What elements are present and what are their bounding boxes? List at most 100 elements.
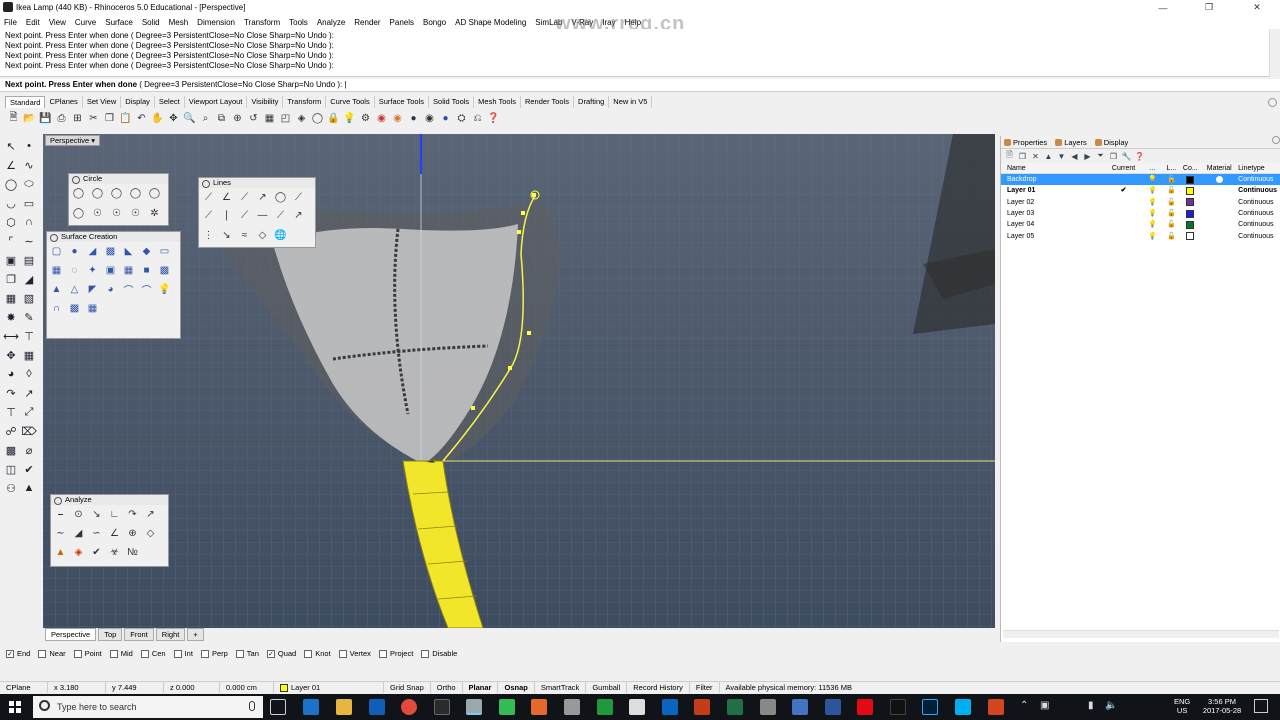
layer-name[interactable]: Layer 03: [1001, 208, 1105, 219]
text-icon[interactable]: ⊤: [21, 328, 37, 344]
clock[interactable]: 3:56 PM 2017-05-28: [1200, 697, 1244, 715]
osnap-vertex[interactable]: Vertex: [338, 649, 371, 658]
status-filter[interactable]: Filter: [690, 682, 720, 693]
powerpoint-icon[interactable]: [694, 699, 710, 715]
surface-icon[interactable]: ▣: [3, 252, 19, 268]
status-grid-snap[interactable]: Grid Snap: [384, 682, 431, 693]
netflix-icon[interactable]: [857, 699, 873, 715]
analyze-check-icon[interactable]: ✔: [89, 545, 104, 560]
layer-linetype[interactable]: Continuous: [1238, 185, 1280, 196]
battery-icon[interactable]: ▮: [1088, 700, 1094, 711]
layer-row[interactable]: Layer 01 ✔ 💡 🔓 Continuous: [1001, 185, 1280, 196]
layer-settings-icon[interactable]: ❐: [1108, 151, 1119, 162]
srf-extrude-icon[interactable]: ◣: [121, 244, 136, 259]
analyze-mass-icon[interactable]: ◢: [71, 526, 86, 541]
minimize-icon[interactable]: —: [1140, 0, 1186, 15]
checkbox[interactable]: [140, 649, 149, 658]
line-point-icon[interactable]: ⋮: [201, 228, 216, 243]
render-icon[interactable]: ◉: [374, 111, 389, 126]
split-icon[interactable]: ◊: [21, 366, 37, 382]
history-scrollbar[interactable]: [1269, 29, 1280, 77]
light-icon[interactable]: 💡: [342, 111, 357, 126]
menu-edit[interactable]: Edit: [26, 18, 40, 27]
analyze-curvature-icon[interactable]: ∼: [53, 526, 68, 541]
analyze-edge-icon[interactable]: ◇: [143, 526, 158, 541]
status-ortho[interactable]: Ortho: [431, 682, 463, 693]
chrome-icon[interactable]: [401, 699, 417, 715]
cplane-icon[interactable]: ◰: [278, 111, 293, 126]
line-cplane-icon[interactable]: ≈: [237, 228, 252, 243]
paint-icon[interactable]: ▲: [21, 480, 37, 496]
srf-fillet-icon[interactable]: ◤: [85, 282, 100, 297]
line-globe-icon[interactable]: 🌐: [273, 228, 288, 243]
tab-display-panel[interactable]: Display: [1094, 138, 1128, 147]
tab-drafting[interactable]: Drafting: [574, 96, 610, 108]
command-prompt[interactable]: Next point. Press Enter when done ( Degr…: [0, 79, 1280, 92]
layer-name[interactable]: Layer 05: [1001, 231, 1105, 242]
layer-color[interactable]: [1180, 198, 1200, 207]
lightbulb-icon[interactable]: 💡: [1143, 231, 1163, 242]
circle-diameter-icon[interactable]: ◯: [90, 186, 105, 201]
line-fit-icon[interactable]: ⟋: [273, 208, 288, 223]
tab-mesh-tools[interactable]: Mesh Tools: [474, 96, 521, 108]
array-icon[interactable]: ▦: [21, 347, 37, 363]
osnap-disable[interactable]: Disable: [421, 649, 457, 658]
dimension-icon[interactable]: ⟷: [3, 328, 19, 344]
layer-linetype[interactable]: Continuous: [1238, 174, 1280, 185]
srf-grid-icon[interactable]: ▦: [85, 301, 100, 316]
network-icon[interactable]: ▣: [1040, 700, 1049, 711]
menu-dimension[interactable]: Dimension: [197, 18, 235, 27]
checkbox[interactable]: ✓: [266, 649, 275, 658]
circle-vertical-icon[interactable]: ◯: [147, 186, 162, 201]
checkbox[interactable]: [173, 649, 182, 658]
viewtab-perspective[interactable]: Perspective: [45, 628, 97, 641]
arc-icon[interactable]: ◡: [3, 195, 19, 211]
srf-corner-icon[interactable]: ▢: [49, 244, 64, 259]
layer-name[interactable]: Backdrop: [1001, 174, 1105, 185]
mesh-icon[interactable]: ▦: [3, 290, 19, 306]
layer-color[interactable]: [1180, 220, 1200, 229]
analyze-graph-icon[interactable]: ∠: [107, 526, 122, 541]
osnap-near[interactable]: Near: [38, 649, 66, 658]
tab-select[interactable]: Select: [155, 96, 185, 108]
cut-icon[interactable]: ✂: [86, 111, 101, 126]
line-perp-icon[interactable]: ⟋: [291, 190, 306, 205]
analyze-points-icon[interactable]: №: [125, 545, 140, 560]
help-icon[interactable]: ❓: [1134, 151, 1145, 162]
layer-linetype[interactable]: Continuous: [1238, 219, 1280, 230]
menu-ad-shape-modeling[interactable]: AD Shape Modeling: [455, 18, 526, 27]
circle-center-icon[interactable]: ◯: [71, 186, 86, 201]
drafting-icon[interactable]: ✎: [21, 309, 37, 325]
import-icon[interactable]: ⊞: [70, 111, 85, 126]
perspective-viewport[interactable]: Perspective ▾: [43, 134, 995, 628]
status-cplane[interactable]: CPlane: [0, 682, 48, 693]
tab-cplanes[interactable]: CPlanes: [45, 96, 83, 108]
app-icon-2[interactable]: [531, 699, 547, 715]
layer-row[interactable]: Layer 03 💡 🔓 Continuous: [1001, 208, 1280, 219]
undo-icon[interactable]: ↶: [134, 111, 149, 126]
line-normal-icon[interactable]: ⟋: [201, 208, 216, 223]
viewport-title[interactable]: Perspective ▾: [45, 135, 101, 146]
line-diamond-icon[interactable]: ◇: [255, 228, 270, 243]
calculator-icon[interactable]: [434, 699, 450, 715]
analyze-direction-icon[interactable]: ↗: [143, 507, 158, 522]
curve-tools-icon[interactable]: ∩: [21, 214, 37, 230]
status-gumball[interactable]: Gumball: [586, 682, 628, 693]
skype-icon[interactable]: [955, 699, 971, 715]
line-surface-icon[interactable]: ↗: [291, 208, 306, 223]
word-icon[interactable]: [825, 699, 841, 715]
lightbulb-icon[interactable]: 💡: [1143, 208, 1163, 219]
circle-icon[interactable]: ◯: [3, 176, 19, 192]
menu-surface[interactable]: Surface: [105, 18, 133, 27]
menu-panels[interactable]: Panels: [390, 18, 414, 27]
move-down-icon[interactable]: ▼: [1056, 151, 1067, 162]
lock-open-icon[interactable]: 🔓: [1162, 231, 1180, 242]
rendered-icon[interactable]: ◉: [422, 111, 437, 126]
zoom-window-icon[interactable]: ⌕: [198, 111, 213, 126]
analyze-zebra-icon[interactable]: ▲: [53, 545, 68, 560]
rectangle-icon[interactable]: ▭: [21, 195, 37, 211]
layer-color[interactable]: [1180, 186, 1200, 195]
app-icon-1[interactable]: [499, 699, 515, 715]
layer-color[interactable]: [1180, 232, 1200, 241]
line-extend-icon[interactable]: —: [255, 208, 270, 223]
